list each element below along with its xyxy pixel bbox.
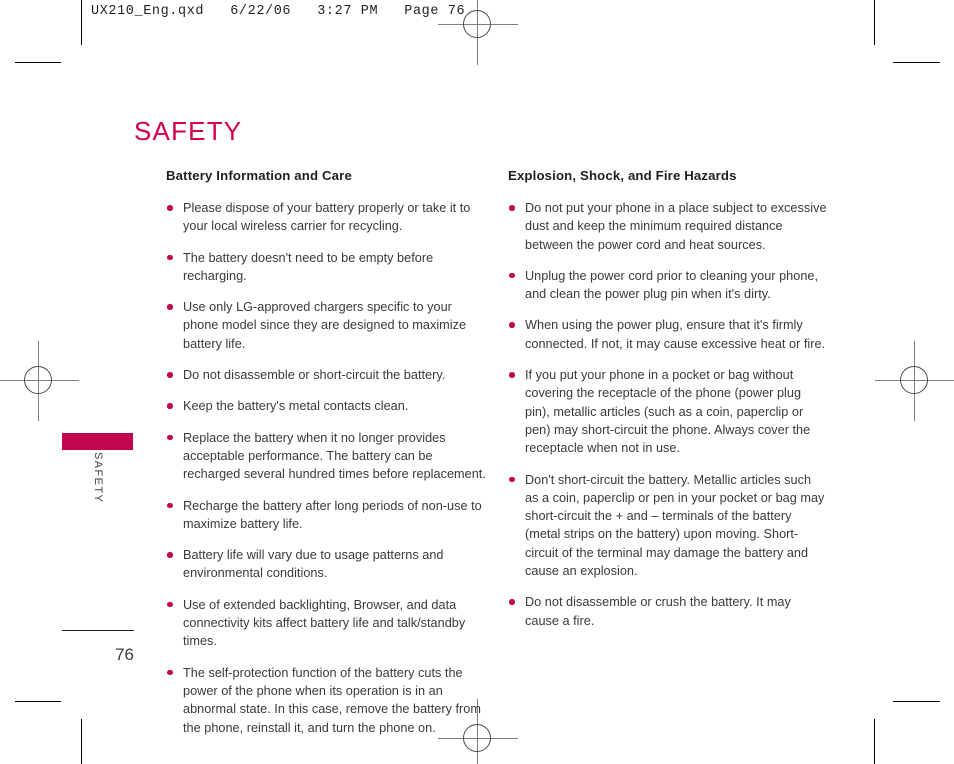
list-item-text: The battery doesn't need to be empty bef… [183, 250, 434, 283]
page-title: SAFETY [134, 116, 243, 147]
bullet-dot-icon [167, 254, 173, 261]
crop-mark-top-right-horizontal [893, 62, 940, 63]
list-item-text: Recharge the battery after long periods … [183, 498, 482, 531]
bullet-dot-icon [167, 304, 173, 310]
list-item-text: Battery life will vary due to usage patt… [183, 548, 444, 581]
bullet-dot-icon [167, 601, 173, 608]
list-item: If you put your phone in a pocket or bag… [508, 366, 828, 457]
crop-mark-top-left-horizontal [15, 62, 61, 63]
registration-mark-left [0, 341, 79, 421]
crop-mark-top-left-vertical [81, 0, 82, 45]
list-item: When using the power plug, ensure that i… [508, 316, 828, 353]
list-item: Do not disassemble or short-circuit the … [166, 366, 486, 384]
list-item-text: When using the power plug, ensure that i… [525, 318, 826, 351]
bullet-dot-icon [167, 502, 173, 509]
list-item: Recharge the battery after long periods … [166, 497, 486, 534]
list-item: Use only LG-approved chargers specific t… [166, 298, 486, 353]
crop-mark-bottom-right-horizontal [893, 701, 940, 702]
bullet-dot-icon [167, 403, 173, 409]
crop-mark-bottom-left-vertical [81, 719, 82, 764]
registration-circle [900, 366, 928, 394]
registration-circle [463, 10, 491, 38]
list-item-text: Replace the battery when it no longer pr… [183, 430, 486, 482]
list-item: Use of extended backlighting, Browser, a… [166, 596, 486, 651]
list-item-text: Unplug the power cord prior to cleaning … [525, 268, 819, 302]
page-number: 76 [115, 645, 134, 664]
bullet-dot-icon [509, 372, 515, 378]
list-item-text: Keep the battery's metal contacts clean. [183, 399, 409, 414]
content-column-right: Explosion, Shock, and Fire Hazards Do no… [508, 168, 828, 630]
bullet-dot-icon [167, 205, 173, 211]
bullet-dot-icon [167, 669, 173, 676]
column-heading-hazards: Explosion, Shock, and Fire Hazards [508, 168, 737, 183]
list-item: The battery doesn't need to be empty bef… [166, 249, 486, 286]
list-item: Please dispose of your battery properly … [166, 199, 486, 236]
list-item: The self-protection function of the batt… [166, 664, 486, 737]
list-item-text: Use only LG-approved chargers specific t… [183, 300, 467, 351]
crop-mark-top-right-vertical [874, 0, 875, 45]
bullet-dot-icon [509, 272, 515, 279]
bullet-dot-icon [509, 322, 515, 328]
column-heading-battery: Battery Information and Care [166, 168, 352, 183]
list-item: Do not disassemble or crush the battery.… [508, 593, 828, 630]
list-item: Replace the battery when it no longer pr… [166, 429, 486, 484]
list-item-text: Do not disassemble or crush the battery.… [525, 595, 791, 628]
section-thumb-tab-label: SAFETY [92, 452, 104, 504]
explosion-shock-fire-hazards-list: Do not put your phone in a place subject… [508, 199, 828, 630]
bullet-dot-icon [509, 476, 515, 483]
list-item-text: Do not put your phone in a place subject… [525, 201, 827, 252]
list-item: Don't short-circuit the battery. Metalli… [508, 471, 828, 581]
imposition-slug-line: UX210_Eng.qxd 6/22/06 3:27 PM Page 76 [91, 4, 466, 19]
crop-mark-bottom-right-vertical [874, 719, 875, 764]
list-item: Unplug the power cord prior to cleaning … [508, 267, 828, 304]
list-item: Battery life will vary due to usage patt… [166, 546, 486, 583]
bullet-dot-icon [167, 434, 173, 441]
bullet-dot-icon [167, 552, 173, 558]
bullet-dot-icon [509, 205, 515, 211]
registration-circle [24, 366, 52, 394]
bullet-dot-icon [167, 372, 173, 378]
printed-page: UX210_Eng.qxd 6/22/06 3:27 PM Page 76 SA… [0, 0, 954, 764]
folio-rule [62, 630, 134, 631]
list-item-text: If you put your phone in a pocket or bag… [525, 368, 811, 456]
section-thumb-tab [62, 433, 133, 450]
battery-information-list: Please dispose of your battery properly … [166, 199, 486, 737]
list-item: Do not put your phone in a place subject… [508, 199, 828, 254]
content-column-left: Battery Information and Care Please disp… [166, 168, 486, 737]
registration-mark-right [875, 341, 954, 421]
crop-mark-bottom-left-horizontal [15, 701, 61, 702]
list-item-text: Don't short-circuit the battery. Metalli… [525, 472, 825, 579]
list-item-text: Use of extended backlighting, Browser, a… [183, 597, 466, 649]
list-item-text: Please dispose of your battery properly … [183, 201, 471, 234]
list-item: Keep the battery's metal contacts clean. [166, 397, 486, 415]
bullet-dot-icon [509, 599, 515, 605]
list-item-text: Do not disassemble or short-circuit the … [183, 368, 446, 383]
list-item-text: The self-protection function of the batt… [183, 665, 481, 735]
